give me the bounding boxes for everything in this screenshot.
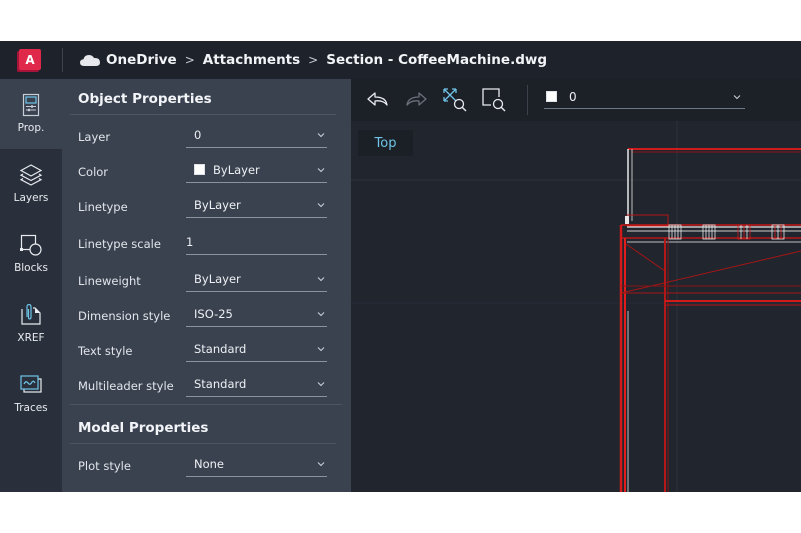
linetype-scale-input[interactable]: 1 (186, 229, 327, 255)
rail-item-properties[interactable]: Prop. (0, 79, 62, 149)
prop-row-text-style: Text style Standard (62, 336, 351, 371)
chevron-down-icon (317, 203, 325, 208)
prop-row-multileader-style: Multileader style Standard (62, 371, 351, 406)
diagonal-brace (625, 243, 666, 272)
rail-item-layers[interactable]: Layers (0, 149, 62, 219)
cad-drawing (351, 121, 801, 492)
prop-row-linetype-scale: Linetype scale 1 (62, 229, 351, 264)
diagonal-brace (620, 250, 801, 294)
chevron-down-icon (733, 95, 741, 100)
section-divider (70, 404, 342, 405)
onedrive-cloud-icon (80, 55, 100, 66)
lineweight-dropdown[interactable]: ByLayer (186, 266, 327, 292)
canvas-toolbar: 0 (351, 79, 801, 121)
current-layer-dropdown[interactable]: 0 (544, 85, 745, 109)
model-properties-title: Model Properties (78, 420, 209, 436)
breadcrumb-attachments[interactable]: Attachments (203, 52, 300, 68)
prop-value: ByLayer (213, 162, 260, 177)
breadcrumb-separator: > (308, 53, 319, 67)
breadcrumb-onedrive[interactable]: OneDrive (106, 52, 177, 68)
properties-panel: Object Properties Layer 0 Color ByLayer … (62, 79, 351, 492)
chevron-down-icon (317, 462, 325, 467)
drawing-canvas[interactable]: 0 Top (351, 79, 801, 492)
rail-label: Traces (14, 402, 48, 414)
redo-icon[interactable] (403, 87, 429, 113)
prop-value: ISO-25 (194, 306, 233, 321)
undo-icon[interactable] (365, 87, 391, 113)
chevron-down-icon (317, 312, 325, 317)
prop-label: Layer (78, 130, 111, 144)
autocad-web-app: A OneDrive > Attachments > Section - Cof… (0, 41, 801, 492)
prop-label: Lineweight (78, 274, 141, 288)
chevron-down-icon (317, 347, 325, 352)
multileader-style-dropdown[interactable]: Standard (186, 371, 327, 397)
prop-value: Standard (194, 376, 247, 391)
zoom-window-icon[interactable] (481, 87, 507, 113)
rail-item-traces[interactable]: Traces (0, 359, 62, 429)
zoom-extents-icon[interactable] (442, 87, 468, 113)
object-properties-title: Object Properties (78, 91, 212, 107)
color-swatch (194, 164, 205, 175)
xref-icon (21, 303, 41, 325)
header-bar: A OneDrive > Attachments > Section - Cof… (0, 41, 801, 79)
prop-value: 0 (194, 127, 202, 142)
layer-color-swatch (546, 91, 557, 102)
prop-row-linetype: Linetype ByLayer (62, 192, 351, 227)
prop-label: Text style (78, 344, 133, 358)
breadcrumb-separator: > (184, 53, 195, 67)
section-divider (70, 443, 336, 444)
text-style-dropdown[interactable]: Standard (186, 336, 327, 362)
rail-label: Blocks (14, 262, 48, 274)
chevron-down-icon (317, 168, 325, 173)
layer-dropdown[interactable]: 0 (186, 122, 327, 148)
prop-label: Dimension style (78, 309, 171, 323)
layers-icon (19, 164, 43, 186)
section-divider (70, 114, 336, 115)
prop-label: Color (78, 165, 109, 179)
prop-value: ByLayer (194, 271, 241, 286)
prop-value: Standard (194, 341, 247, 356)
rail-label: Prop. (17, 122, 45, 134)
current-layer-value: 0 (569, 89, 577, 104)
rail-item-xref[interactable]: XREF (0, 289, 62, 359)
prop-row-layer: Layer 0 (62, 122, 351, 157)
prop-label: Linetype (78, 200, 128, 214)
breadcrumb-file: Section - CoffeeMachine.dwg (326, 52, 547, 68)
logo-letter: A (25, 52, 35, 67)
view-label-top[interactable]: Top (358, 130, 413, 156)
prop-row-color: Color ByLayer (62, 157, 351, 192)
breadcrumb: OneDrive > Attachments > Section - Coffe… (80, 41, 547, 79)
prop-value: None (194, 456, 225, 471)
chevron-down-icon (317, 133, 325, 138)
chevron-down-icon (317, 277, 325, 282)
autocad-logo[interactable]: A (19, 49, 41, 70)
rail-item-blocks[interactable]: Blocks (0, 219, 62, 289)
prop-row-dimension-style: Dimension style ISO-25 (62, 301, 351, 336)
control-knob (625, 216, 629, 224)
dimension-style-dropdown[interactable]: ISO-25 (186, 301, 327, 327)
prop-row-plot-style: Plot style None (62, 451, 351, 486)
left-rail: Prop. Layers Blocks XREF Traces (0, 79, 62, 492)
toolbar-divider (527, 85, 528, 115)
color-dropdown[interactable]: ByLayer (186, 157, 327, 183)
prop-label: Linetype scale (78, 237, 161, 251)
rail-label: Layers (13, 192, 49, 204)
chevron-down-icon (317, 382, 325, 387)
plot-style-dropdown[interactable]: None (186, 451, 327, 477)
blocks-icon (20, 234, 42, 256)
header-divider (62, 48, 63, 72)
linetype-dropdown[interactable]: ByLayer (186, 192, 327, 218)
prop-value: 1 (186, 234, 194, 249)
prop-label: Multileader style (78, 379, 174, 393)
traces-icon (20, 375, 42, 393)
prop-value: ByLayer (194, 197, 241, 212)
prop-label: Plot style (78, 459, 131, 473)
rail-label: XREF (17, 332, 45, 344)
prop-row-lineweight: Lineweight ByLayer (62, 266, 351, 301)
properties-icon (22, 93, 40, 117)
